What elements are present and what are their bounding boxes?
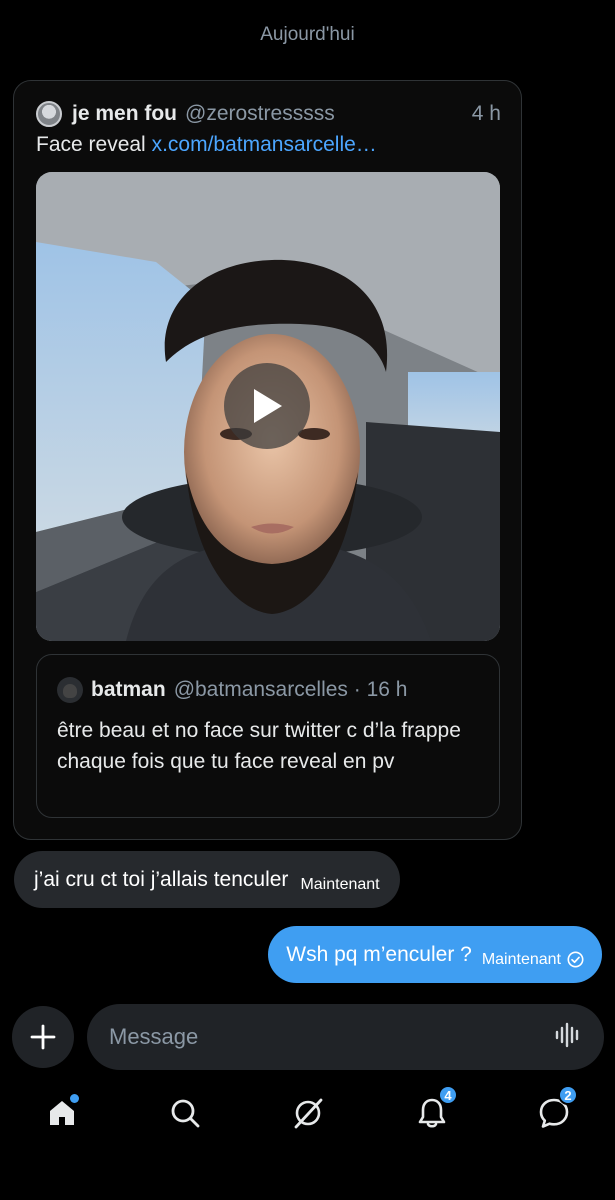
notifications-badge: 4 [438, 1085, 458, 1105]
nav-messages[interactable]: 2 [534, 1085, 578, 1133]
search-icon [171, 1099, 200, 1128]
add-attachment-button[interactable] [12, 1006, 74, 1068]
video-play-button[interactable] [224, 363, 310, 449]
play-icon [254, 389, 282, 423]
outgoing-message-bubble[interactable]: Wsh pq m’enculer ? Maintenant [268, 926, 602, 983]
quoted-tweet-text: être beau et no face sur twitter c d’la … [57, 719, 461, 773]
plus-icon [30, 1024, 56, 1050]
tweet-time: 4 h [471, 102, 501, 125]
message-input[interactable] [109, 1024, 554, 1050]
quoted-author-name: batman [91, 678, 166, 701]
tweet-header: je men fou @zerostresssss 4 h [36, 99, 501, 129]
tweet-author-name[interactable]: je men fou [72, 102, 177, 126]
waveform-icon[interactable] [554, 1021, 582, 1054]
bottom-navigation: 4 2 [0, 1085, 615, 1145]
nav-search[interactable] [165, 1093, 205, 1133]
tweet-author-handle: @zerostresssss [185, 102, 335, 125]
nav-grok[interactable] [288, 1093, 328, 1133]
quoted-tweet[interactable]: batman @batmansarcelles · 16 h être beau… [36, 654, 500, 818]
shared-tweet-card[interactable]: je men fou @zerostresssss 4 h Face revea… [13, 80, 522, 840]
read-check-icon [567, 951, 584, 968]
tweet-text: Face reveal x.com/batmansarcelle… [36, 133, 377, 157]
author-avatar[interactable] [36, 101, 62, 127]
date-separator: Aujourd'hui [260, 24, 355, 45]
quoted-tweet-header: batman @batmansarcelles · 16 h [57, 677, 407, 703]
nav-notifications[interactable]: 4 [412, 1085, 458, 1133]
outgoing-message-timestamp: Maintenant [481, 950, 561, 968]
incoming-message-bubble[interactable]: j’ai cru ct toi j’allais tenculer Mainte… [14, 851, 400, 908]
grok-icon [294, 1098, 323, 1129]
quoted-author-avatar [57, 677, 83, 703]
outgoing-message-text: Wsh pq m’enculer ? [286, 942, 472, 966]
tweet-link[interactable]: x.com/batmansarcelle… [152, 133, 377, 156]
messages-badge: 2 [558, 1085, 578, 1105]
home-notification-dot [70, 1094, 79, 1103]
tweet-body: Face reveal [36, 133, 146, 156]
message-composer [87, 1004, 604, 1070]
quoted-author-handle-time: @batmansarcelles · 16 h [173, 678, 408, 701]
incoming-message-text: j’ai cru ct toi j’allais tenculer [34, 867, 289, 891]
nav-home[interactable] [42, 1093, 82, 1133]
incoming-message-timestamp: Maintenant [300, 875, 380, 893]
tweet-video[interactable] [36, 172, 500, 641]
